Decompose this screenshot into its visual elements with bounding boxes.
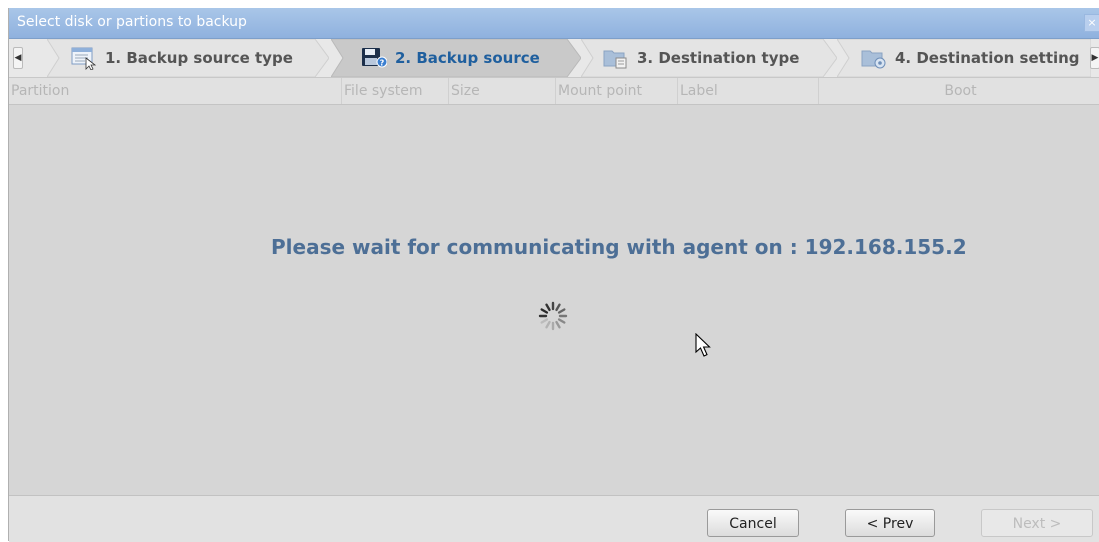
step-backup-source[interactable]: ? 2. Backup source bbox=[331, 39, 581, 77]
step-label: 1. Backup source type bbox=[105, 49, 293, 67]
backup-dialog: Select disk or partions to backup × ◀ 1.… bbox=[8, 8, 1099, 542]
step-backup-source-type[interactable]: 1. Backup source type bbox=[47, 39, 329, 77]
status-message: Please wait for communicating with agent… bbox=[271, 235, 967, 259]
next-button[interactable]: Next > bbox=[981, 509, 1093, 537]
mouse-pointer-icon bbox=[695, 333, 711, 357]
dialog-footer: Cancel < Prev Next > bbox=[9, 495, 1099, 542]
folder-icon bbox=[603, 50, 627, 69]
steps-scroll-right-button[interactable]: ▶ bbox=[1090, 47, 1099, 69]
svg-text:?: ? bbox=[380, 59, 385, 68]
column-header-partition[interactable]: Partition bbox=[9, 78, 342, 104]
column-header-mount-point[interactable]: Mount point bbox=[556, 78, 678, 104]
loading-spinner-icon bbox=[538, 301, 568, 331]
dialog-titlebar[interactable]: Select disk or partions to backup × bbox=[9, 8, 1099, 39]
partition-table-body: Please wait for communicating with agent… bbox=[9, 105, 1099, 495]
column-header-boot[interactable]: Boot bbox=[819, 78, 1099, 104]
wizard-steps: ◀ 1. Backup source type ? 2. Backup sour… bbox=[9, 39, 1099, 78]
step-destination-setting[interactable]: 4. Destination setting bbox=[837, 39, 1091, 77]
step-label: 2. Backup source bbox=[395, 49, 540, 67]
prev-button[interactable]: < Prev bbox=[845, 509, 935, 537]
steps-scroll-left-button[interactable]: ◀ bbox=[13, 47, 23, 69]
list-window-icon bbox=[71, 47, 97, 70]
column-header-label[interactable]: Label bbox=[678, 78, 819, 104]
step-label: 3. Destination type bbox=[637, 49, 800, 67]
cancel-button[interactable]: Cancel bbox=[707, 509, 799, 537]
close-button[interactable]: × bbox=[1084, 14, 1099, 32]
folder-gear-icon bbox=[861, 50, 886, 69]
step-destination-type[interactable]: 3. Destination type bbox=[581, 39, 837, 77]
column-header-file-system[interactable]: File system bbox=[342, 78, 449, 104]
partition-table-header: Partition File system Size Mount point L… bbox=[9, 78, 1099, 105]
dialog-title: Select disk or partions to backup bbox=[17, 14, 247, 30]
column-header-size[interactable]: Size bbox=[449, 78, 556, 104]
floppy-disk-icon: ? bbox=[362, 48, 387, 68]
step-label: 4. Destination setting bbox=[895, 49, 1080, 67]
